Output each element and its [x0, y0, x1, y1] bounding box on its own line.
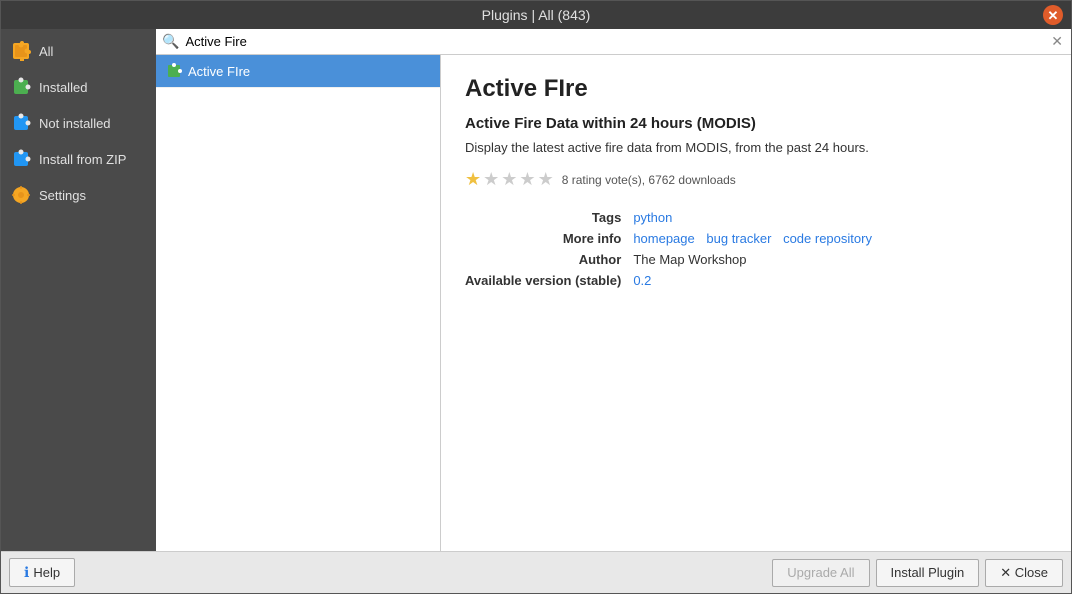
plugin-detail: Active FIre Active Fire Data within 24 h…	[441, 55, 1071, 551]
sidebar-item-all-label: All	[39, 44, 53, 59]
puzzle-notinstalled-icon	[11, 113, 31, 133]
footer-right: Upgrade All Install Plugin ✕ Close	[772, 559, 1063, 587]
sidebar-item-not-installed[interactable]: Not installed	[1, 105, 156, 141]
sidebar-item-settings-label: Settings	[39, 188, 86, 203]
tags-value: python	[633, 210, 1047, 225]
help-label: Help	[33, 565, 60, 580]
rating-row: ★ ★ ★ ★ ★ 8 rating vote(s), 6762 downloa…	[465, 169, 1047, 190]
plugin-title: Active FIre	[465, 75, 1047, 103]
bug-tracker-link[interactable]: bug tracker	[706, 231, 771, 246]
title-text: Plugins | All (843)	[482, 7, 591, 23]
help-icon: ℹ	[24, 564, 29, 581]
more-info-value: homepage bug tracker code repository	[633, 231, 1047, 246]
star-3: ★	[501, 169, 517, 190]
plugin-item-icon	[166, 63, 182, 79]
install-plugin-label: Install Plugin	[891, 565, 965, 580]
version-label: Available version (stable)	[465, 273, 621, 288]
close-button[interactable]: ✕ Close	[985, 559, 1063, 587]
search-icon: 🔍	[162, 33, 179, 50]
version-value: 0.2	[633, 273, 1047, 288]
puzzle-zip-icon	[11, 149, 31, 169]
info-table: Tags python More info homepage bug track…	[465, 210, 1047, 288]
version-link[interactable]: 0.2	[633, 273, 651, 288]
code-repository-link[interactable]: code repository	[783, 231, 872, 246]
sidebar: All Installed Not installed	[1, 29, 156, 551]
tags-label: Tags	[465, 210, 621, 225]
sidebar-item-not-installed-label: Not installed	[39, 116, 111, 131]
upgrade-all-label: Upgrade All	[787, 565, 854, 580]
plugin-list: Active FIre	[156, 55, 441, 551]
window-close-icon: ✕	[1048, 9, 1059, 22]
plugin-description: Display the latest active fire data from…	[465, 140, 1047, 155]
search-bar: 🔍 ✕	[156, 29, 1071, 55]
footer: ℹ Help Upgrade All Install Plugin ✕ Clos…	[1, 551, 1071, 593]
help-button[interactable]: ℹ Help	[9, 558, 75, 587]
tags-link[interactable]: python	[633, 210, 672, 225]
sidebar-item-install-from-zip-label: Install from ZIP	[39, 152, 126, 167]
plugin-item-label: Active FIre	[188, 64, 250, 79]
upgrade-all-button[interactable]: Upgrade All	[772, 559, 869, 587]
content-area: 🔍 ✕ Active FIre	[156, 29, 1071, 551]
author-label: Author	[465, 252, 621, 267]
install-plugin-button[interactable]: Install Plugin	[876, 559, 980, 587]
search-clear-button[interactable]: ✕	[1049, 33, 1065, 50]
window-close-button[interactable]: ✕	[1043, 5, 1063, 25]
rating-text: 8 rating vote(s), 6762 downloads	[562, 173, 736, 187]
close-icon: ✕	[1000, 565, 1011, 580]
sidebar-item-installed[interactable]: Installed	[1, 69, 156, 105]
sidebar-item-settings[interactable]: Settings	[1, 177, 156, 213]
close-label: Close	[1015, 565, 1048, 580]
puzzle-all-icon	[11, 41, 31, 61]
star-1: ★	[465, 169, 481, 190]
star-2: ★	[483, 169, 499, 190]
plugin-subtitle: Active Fire Data within 24 hours (MODIS)	[465, 115, 1047, 132]
list-item[interactable]: Active FIre	[156, 55, 440, 88]
star-5: ★	[538, 169, 554, 190]
plugin-area: Active FIre Active FIre Active Fire Data…	[156, 55, 1071, 551]
footer-left: ℹ Help	[9, 558, 75, 587]
main-area: All Installed Not installed	[1, 29, 1071, 551]
homepage-link[interactable]: homepage	[633, 231, 694, 246]
sidebar-item-install-from-zip[interactable]: Install from ZIP	[1, 141, 156, 177]
search-input[interactable]	[185, 34, 1043, 49]
titlebar: Plugins | All (843) ✕	[1, 1, 1071, 29]
star-4: ★	[519, 169, 535, 190]
sidebar-item-installed-label: Installed	[39, 80, 87, 95]
author-value: The Map Workshop	[633, 252, 1047, 267]
sidebar-item-all[interactable]: All	[1, 33, 156, 69]
gear-settings-icon	[11, 185, 31, 205]
more-info-label: More info	[465, 231, 621, 246]
dialog: Plugins | All (843) ✕ All	[0, 0, 1072, 594]
puzzle-installed-icon	[11, 77, 31, 97]
stars: ★ ★ ★ ★ ★	[465, 169, 554, 190]
